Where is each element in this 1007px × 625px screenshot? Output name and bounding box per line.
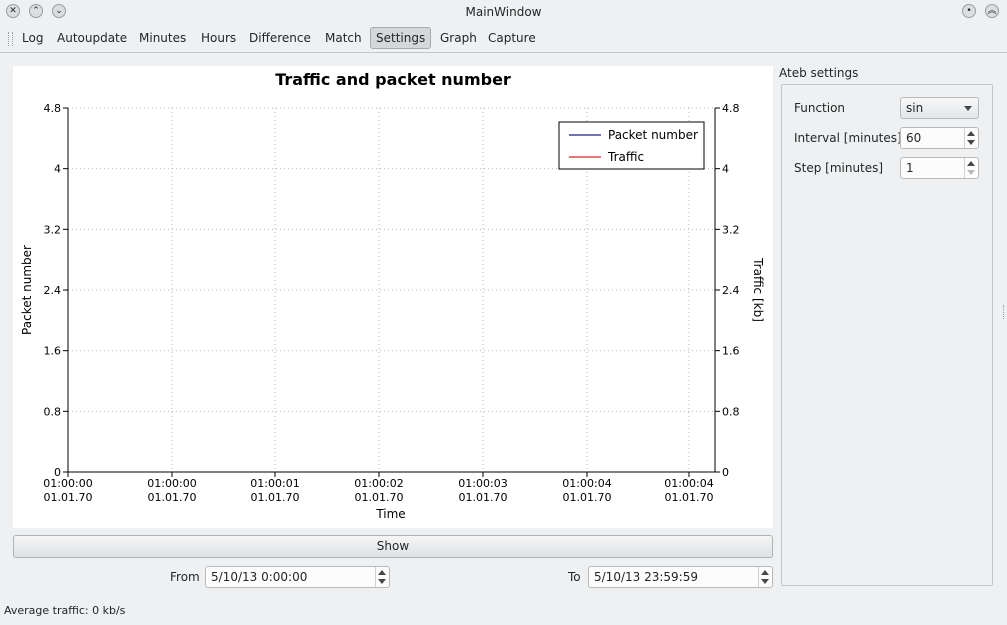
y2-tick-label: 4 xyxy=(722,163,729,176)
arrow-down-icon[interactable] xyxy=(761,579,769,584)
y2-axis-label: Traffic [kb] xyxy=(751,257,765,322)
x-tick-label-date: 01.01.70 xyxy=(44,491,93,504)
step-label: Step [minutes] xyxy=(794,161,884,175)
x-tick-label-date: 01.01.70 xyxy=(665,491,714,504)
arrow-up-icon[interactable] xyxy=(761,570,769,575)
y-tick-label: 1.6 xyxy=(44,345,62,358)
interval-stepper[interactable] xyxy=(964,128,978,148)
arrow-up-icon[interactable] xyxy=(378,570,386,575)
y-tick-label: 4 xyxy=(54,163,61,176)
legend-label: Traffic xyxy=(607,150,644,164)
y2-tick-label: 4.8 xyxy=(722,102,740,115)
from-label: From xyxy=(170,570,200,584)
function-select[interactable]: sin xyxy=(900,97,979,119)
interval-value: 60 xyxy=(906,131,922,145)
to-value: 5/10/13 23:59:59 xyxy=(594,570,698,584)
x-tick-label-time: 01:00:00 xyxy=(147,477,196,490)
splitter-handle[interactable] xyxy=(1003,305,1006,319)
y-tick-label: 0.8 xyxy=(44,405,62,418)
x-tick-label-date: 01.01.70 xyxy=(251,491,300,504)
menu-item-minutes[interactable]: Minutes xyxy=(134,28,191,48)
double-chevron-up-icon[interactable]: ︽ xyxy=(985,4,999,18)
function-label: Function xyxy=(794,101,846,115)
y2-tick-label: 0 xyxy=(722,466,729,479)
legend-label: Packet number xyxy=(608,128,698,142)
chevron-down-icon xyxy=(964,106,972,111)
menu-item-difference[interactable]: Difference xyxy=(244,28,316,48)
from-value: 5/10/13 0:00:00 xyxy=(211,570,308,584)
x-tick-label-time: 01:00:00 xyxy=(43,477,92,490)
x-axis-label: Time xyxy=(375,507,405,521)
settings-title: Ateb settings xyxy=(779,66,859,80)
y-tick-label: 3.2 xyxy=(44,223,62,236)
interval-label: Interval [minutes] xyxy=(794,131,902,145)
y2-tick-label: 0.8 xyxy=(722,405,740,418)
x-tick-label-date: 01.01.70 xyxy=(148,491,197,504)
from-stepper[interactable] xyxy=(375,567,389,587)
title-bar: ✕ ⌃ ⌄ MainWindow • ︽ xyxy=(0,0,1007,24)
menu-item-hours[interactable]: Hours xyxy=(196,28,241,48)
from-datetime-input[interactable]: 5/10/13 0:00:00 xyxy=(205,566,390,588)
x-tick-label-time: 01:00:01 xyxy=(250,477,299,490)
toolbar-grip[interactable] xyxy=(8,32,13,46)
step-spinbox[interactable]: 1 xyxy=(900,157,979,179)
pin-icon[interactable]: • xyxy=(962,4,976,18)
status-bar: Average traffic: 0 kb/s xyxy=(4,604,126,617)
x-tick-label-time: 01:00:03 xyxy=(458,477,507,490)
y-axis-label: Packet number xyxy=(20,245,34,335)
to-label: To xyxy=(568,570,581,584)
interval-spinbox[interactable]: 60 xyxy=(900,127,979,149)
traffic-chart: Traffic and packet number 0 0.8 1.6 2.4 3.2 4 4… xyxy=(20,70,765,521)
arrow-down-icon[interactable] xyxy=(378,579,386,584)
to-stepper[interactable] xyxy=(758,567,772,587)
y-tick-label: 4.8 xyxy=(44,102,62,115)
settings-panel: Function sin Interval [minutes] 60 Step … xyxy=(781,84,993,586)
step-value: 1 xyxy=(906,161,914,175)
y-tick-label: 2.4 xyxy=(44,284,62,297)
arrow-up-icon[interactable] xyxy=(967,161,975,166)
show-button[interactable]: Show xyxy=(13,535,773,558)
function-value: sin xyxy=(906,101,924,115)
x-tick-label-time: 01:00:02 xyxy=(354,477,403,490)
menu-item-settings[interactable]: Settings xyxy=(370,27,432,49)
x-tick-label-time: 01:00:04 xyxy=(562,477,611,490)
y2-tick-label: 2.4 xyxy=(722,284,740,297)
menu-item-capture[interactable]: Capture xyxy=(483,28,541,48)
y2-tick-label: 3.2 xyxy=(722,223,740,236)
y2-tick-label: 1.6 xyxy=(722,345,740,358)
x-tick-label-time: 01:00:04 xyxy=(664,477,713,490)
arrow-down-icon[interactable] xyxy=(967,140,975,145)
chart-panel: Traffic and packet number 0 0.8 1.6 2.4 3.2 4 4… xyxy=(13,66,773,528)
x-tick-label-date: 01.01.70 xyxy=(459,491,508,504)
x-tick-label-date: 01.01.70 xyxy=(563,491,612,504)
menu-item-autoupdate[interactable]: Autoupdate xyxy=(52,28,132,48)
arrow-down-icon xyxy=(967,170,975,175)
x-tick-label-date: 01.01.70 xyxy=(355,491,404,504)
to-datetime-input[interactable]: 5/10/13 23:59:59 xyxy=(588,566,773,588)
step-stepper[interactable] xyxy=(964,158,978,178)
menu-item-match[interactable]: Match xyxy=(320,28,367,48)
menu-item-graph[interactable]: Graph xyxy=(435,28,482,48)
chart-title: Traffic and packet number xyxy=(275,70,511,89)
menu-bar: Log Autoupdate Minutes Hours Difference … xyxy=(0,26,1007,53)
menu-item-log[interactable]: Log xyxy=(17,28,48,48)
arrow-up-icon[interactable] xyxy=(967,131,975,136)
window-title: MainWindow xyxy=(465,5,542,19)
